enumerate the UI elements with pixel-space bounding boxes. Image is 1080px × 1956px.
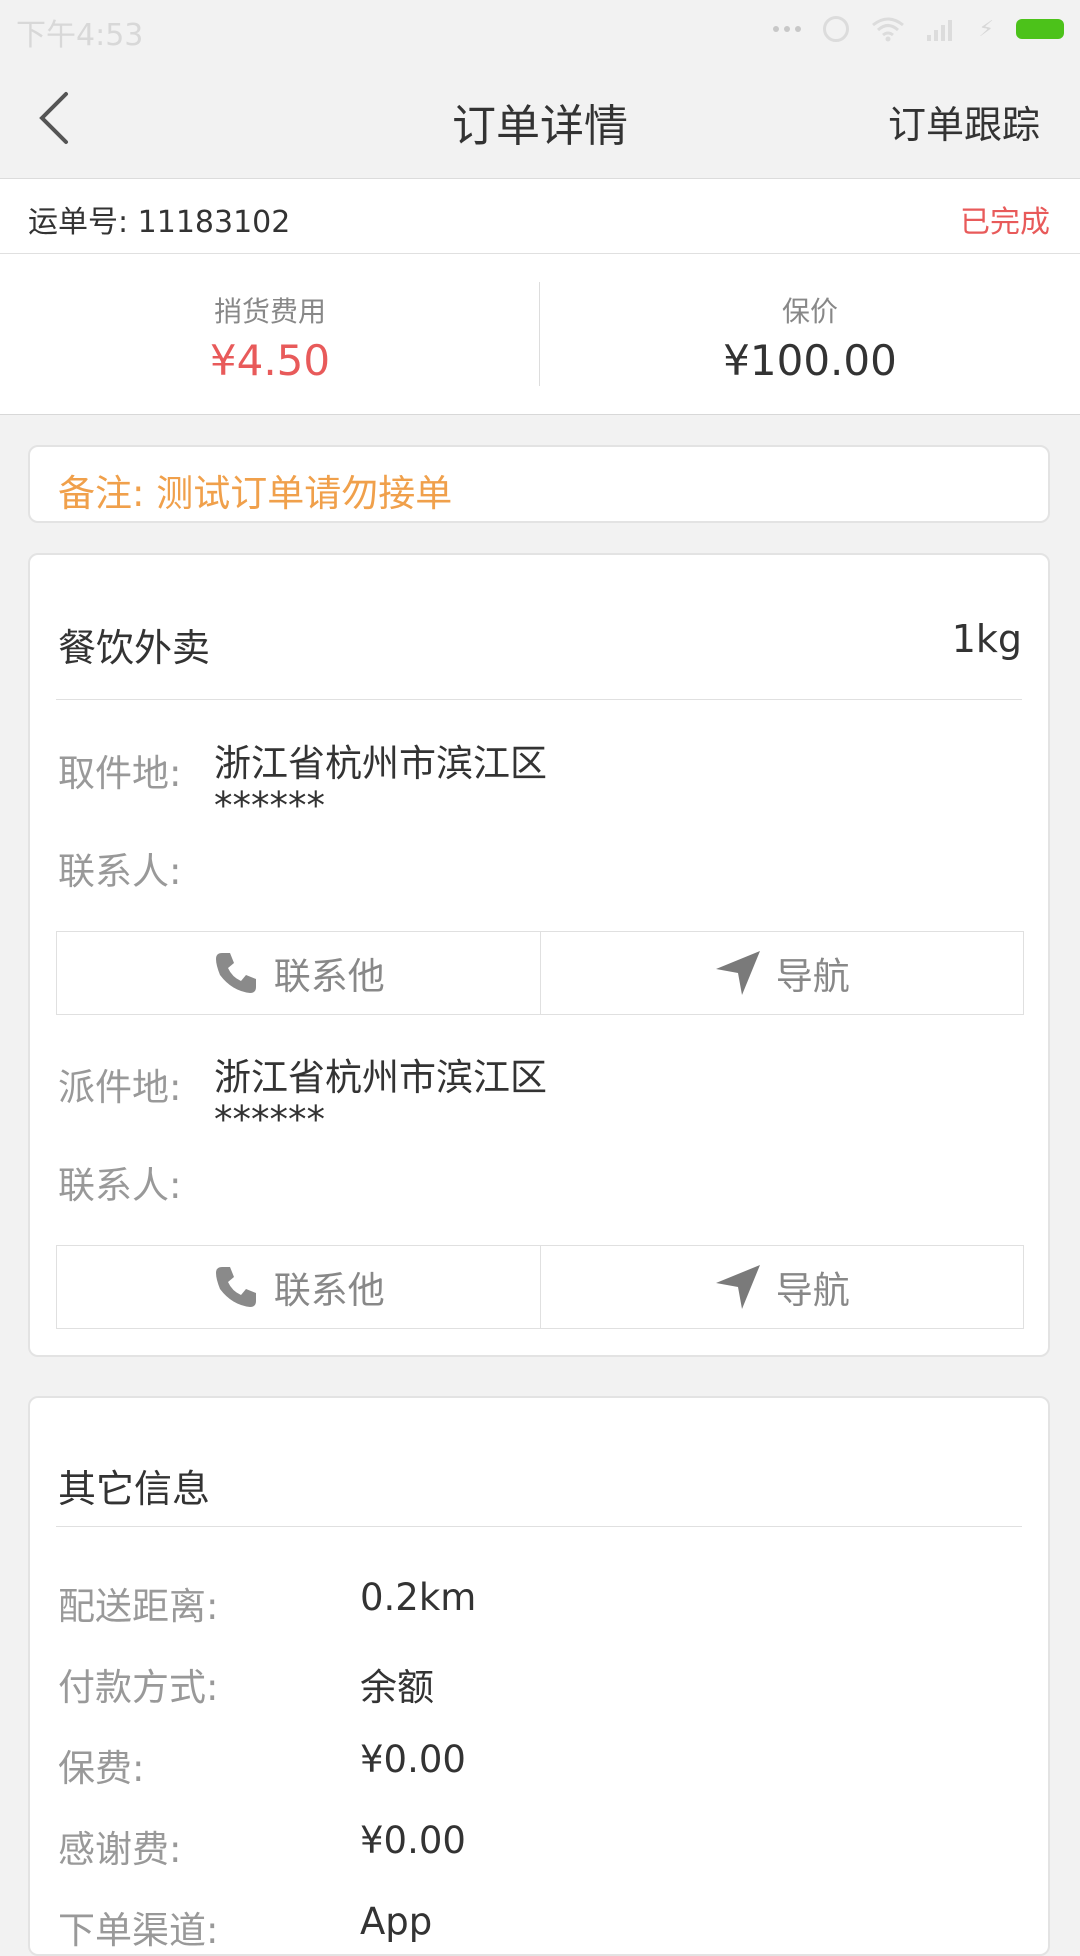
pickup-contact-label: 联系人: (58, 850, 182, 893)
nav-bar: 订单详情 订单跟踪 (0, 58, 1080, 179)
dropoff-navigate-label: 导航 (775, 1269, 850, 1312)
pickup-navigate-button[interactable]: 导航 (539, 932, 1024, 1014)
dropoff-address-detail: ****** (214, 1098, 325, 1141)
status-bar: 下午4:53 ⚡ (0, 0, 1080, 58)
battery-icon (1016, 19, 1064, 39)
dropoff-address-line: 浙江省杭州市滨江区 (214, 1056, 547, 1099)
pickup-label: 取件地: (58, 752, 182, 795)
address-card: 餐饮外卖 1kg 取件地: 浙江省杭州市滨江区 ****** 联系人: 联系他 … (28, 553, 1050, 1357)
dropoff-call-button[interactable]: 联系他 (57, 1246, 540, 1328)
order-number: 运单号: 11183102 (28, 197, 290, 241)
pickup-address-line: 浙江省杭州市滨江区 (214, 742, 547, 785)
order-number-value: 11183102 (137, 205, 291, 240)
insured-value-title: 保价 (781, 295, 838, 328)
dropoff-label: 派件地: (58, 1066, 182, 1109)
status-icons: ⚡ (772, 14, 1064, 44)
order-tracking-button[interactable]: 订单跟踪 (888, 94, 1040, 149)
navigation-arrow-icon (715, 951, 760, 995)
pickup-actions: 联系他 导航 (56, 931, 1024, 1015)
fee-summary: 捎货费用 ¥4.50 保价 ¥100.00 (0, 254, 1080, 415)
delivery-fee-value: ¥4.50 (209, 336, 331, 385)
thank-you-fee: ¥0.00 (360, 1819, 466, 1862)
order-status-badge: 已完成 (960, 205, 1050, 240)
insured-value-amount: ¥100.00 (723, 336, 897, 385)
status-time: 下午4:53 (16, 18, 144, 53)
dropoff-address: 浙江省杭州市滨江区 ****** (214, 1057, 547, 1141)
more-dots-icon (772, 26, 801, 32)
info-label: 付款方式: (58, 1666, 219, 1709)
delivery-fee-title: 捎货费用 (213, 295, 326, 328)
wifi-icon (871, 17, 904, 42)
order-number-bar: 运单号: 11183102 已完成 (0, 179, 1080, 254)
phone-icon (215, 953, 256, 993)
pickup-navigate-label: 导航 (775, 955, 850, 998)
pickup-address-detail: ****** (214, 784, 325, 827)
other-info-title: 其它信息 (58, 1467, 211, 1511)
insurance-fee: ¥0.00 (360, 1738, 466, 1781)
other-info-card: 其它信息 配送距离: 0.2km 付款方式: 余额 保费: ¥0.00 感谢费:… (28, 1396, 1050, 1956)
navigation-arrow-icon (715, 1265, 760, 1309)
order-number-label: 运单号: (28, 205, 129, 240)
pickup-call-label: 联系他 (273, 955, 385, 998)
info-label: 感谢费: (58, 1828, 182, 1871)
info-label: 保费: (58, 1747, 145, 1790)
info-label: 配送距离: (58, 1585, 219, 1628)
dropoff-actions: 联系他 导航 (56, 1245, 1024, 1329)
pickup-call-button[interactable]: 联系他 (57, 932, 540, 1014)
alarm-icon (822, 16, 849, 42)
pickup-address: 浙江省杭州市滨江区 ****** (214, 743, 547, 827)
order-note: 备注: 测试订单请勿接单 (28, 445, 1050, 523)
divider (56, 699, 1022, 700)
info-label: 下单渠道: (58, 1909, 219, 1952)
payment-method: 余额 (360, 1666, 434, 1709)
dropoff-contact-label: 联系人: (58, 1164, 182, 1207)
order-note-text: 备注: 测试订单请勿接单 (58, 472, 453, 515)
delivery-fee: 捎货费用 ¥4.50 (0, 254, 540, 414)
divider (56, 1526, 1022, 1527)
insured-value: 保价 ¥100.00 (540, 254, 1080, 414)
dropoff-call-label: 联系他 (273, 1269, 385, 1312)
cargo-weight: 1kg (951, 617, 1022, 661)
signal-icon (926, 20, 952, 41)
delivery-distance: 0.2km (360, 1576, 477, 1619)
cargo-type: 餐饮外卖 (58, 626, 211, 670)
dropoff-navigate-button[interactable]: 导航 (539, 1246, 1024, 1328)
phone-icon (215, 1267, 256, 1307)
charging-icon: ⚡ (978, 16, 994, 42)
order-channel: App (360, 1900, 433, 1943)
